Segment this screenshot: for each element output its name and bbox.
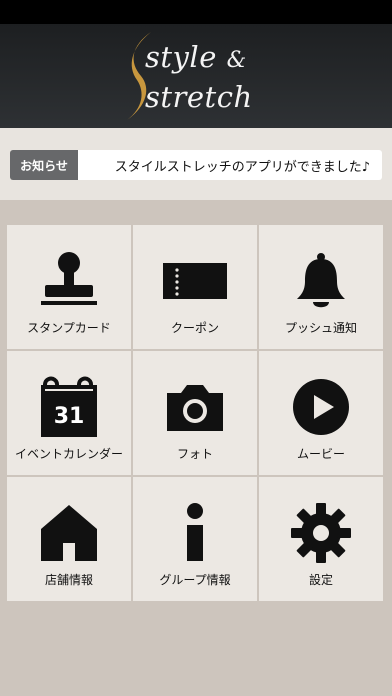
camera-icon xyxy=(167,385,223,431)
logo-ampersand: & xyxy=(226,48,247,73)
bell-icon xyxy=(297,253,345,308)
menu-tile-settings[interactable]: 設定 xyxy=(259,477,383,601)
menu-label: プッシュ通知 xyxy=(284,321,357,335)
stamp-icon xyxy=(41,252,97,305)
menu-tile-stamp-card[interactable]: スタンプカード xyxy=(7,225,131,349)
calendar-date-text: 31 xyxy=(54,404,85,429)
info-icon xyxy=(187,503,203,561)
menu-label: フォト xyxy=(176,447,213,461)
menu-label: イベントカレンダー xyxy=(14,447,123,461)
app-header: style & stretch xyxy=(0,24,392,128)
ticket-icon xyxy=(163,263,227,299)
logo-text-stretch: stretch xyxy=(145,80,253,114)
menu-label: 設定 xyxy=(308,573,333,587)
app-logo: style & stretch xyxy=(121,28,271,124)
status-bar xyxy=(0,0,392,24)
notice-bar[interactable]: お知らせ スタイルストレッチのアプリができました♪ xyxy=(10,150,382,180)
play-icon xyxy=(293,379,349,435)
menu-label: ムービー xyxy=(296,447,345,461)
notice-label: お知らせ xyxy=(10,150,78,180)
notice-text: スタイルストレッチのアプリができました♪ xyxy=(78,150,382,180)
calendar-icon: 31 xyxy=(41,376,97,437)
menu-tile-coupon[interactable]: クーポン xyxy=(133,225,257,349)
menu-label: クーポン xyxy=(170,321,219,335)
menu-label: 店舗情報 xyxy=(44,573,93,587)
menu-tile-photo[interactable]: フォト xyxy=(133,351,257,475)
menu-tile-group-info[interactable]: グループ情報 xyxy=(133,477,257,601)
menu-grid: スタンプカード クーポン プッシュ通知 31 イベントカレンダー フォト ムービ… xyxy=(7,225,385,601)
menu-tile-event-calendar[interactable]: 31 イベントカレンダー xyxy=(7,351,131,475)
menu-label: スタンプカード xyxy=(27,321,111,335)
menu-tile-shop-info[interactable]: 店舗情報 xyxy=(7,477,131,601)
house-icon xyxy=(41,505,97,561)
gear-icon xyxy=(291,503,351,563)
menu-label: グループ情報 xyxy=(159,573,231,587)
menu-tile-movie[interactable]: ムービー xyxy=(259,351,383,475)
menu-tile-push-notification[interactable]: プッシュ通知 xyxy=(259,225,383,349)
logo-text-style: style & xyxy=(145,40,247,74)
